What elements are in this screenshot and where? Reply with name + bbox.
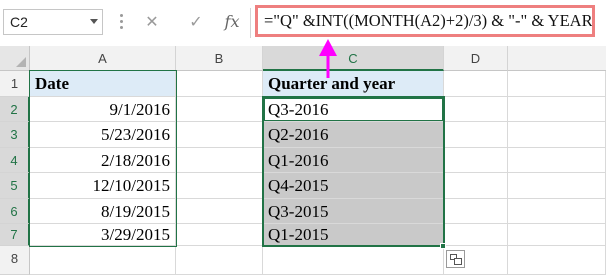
cell-c8[interactable] [263,246,444,275]
cell-d1[interactable] [444,71,508,97]
cell-b1[interactable] [176,71,263,97]
column-header-a[interactable]: A [30,46,176,71]
quick-analysis-icon-front [454,258,462,265]
formula-input[interactable]: ="Q" &INT((MONTH(A2)+2)/3) & "-" & YEAR(… [255,5,595,37]
cell-a2[interactable]: 9/1/2016 [30,97,176,122]
cell-c5[interactable]: Q4-2015 [263,173,444,199]
cell-d6[interactable] [444,199,508,224]
cell-a4[interactable]: 2/18/2016 [30,148,176,173]
enter-icon[interactable]: ✓ [182,10,210,34]
row-header-2[interactable]: 2 [0,97,30,122]
row-header-5[interactable]: 5 [0,173,30,199]
cell-e5[interactable] [508,173,606,199]
cell-e7[interactable] [508,224,606,246]
column-header-d[interactable]: D [444,46,508,71]
cell-b3[interactable] [176,122,263,148]
select-all-icon [16,57,26,67]
row-header-3[interactable]: 3 [0,122,30,148]
cell-c6[interactable]: Q3-2015 [263,199,444,224]
cell-d7[interactable] [444,224,508,246]
name-box[interactable]: C2 [3,9,103,35]
cell-d5[interactable] [444,173,508,199]
cell-a7[interactable]: 3/29/2015 [30,224,176,246]
cell-e4[interactable] [508,148,606,173]
cell-b7[interactable] [176,224,263,246]
row-header-6[interactable]: 6 [0,199,30,224]
cell-a1[interactable]: Date [30,71,176,97]
divider [250,8,251,38]
cell-e6[interactable] [508,199,606,224]
cell-c2[interactable]: Q3-2016 [263,97,444,122]
drag-handle-icon[interactable] [120,14,124,32]
row-header-7[interactable]: 7 [0,224,30,246]
column-header-b[interactable]: B [176,46,263,71]
cell-d2[interactable] [444,97,508,122]
insert-function-button[interactable]: fx [218,10,246,34]
column-header-c[interactable]: C [263,46,444,71]
select-all-button[interactable] [0,46,30,71]
cell-a3[interactable]: 5/23/2016 [30,122,176,148]
cell-b4[interactable] [176,148,263,173]
row-header-4[interactable]: 4 [0,148,30,173]
row-header-1[interactable]: 1 [0,71,30,97]
cell-c3[interactable]: Q2-2016 [263,122,444,148]
spreadsheet-grid: A B C D 1 2 3 4 5 6 7 8 Date Quarter and… [0,46,606,275]
cell-d4[interactable] [444,148,508,173]
cell-c1[interactable]: Quarter and year [263,71,444,97]
cell-e3[interactable] [508,122,606,148]
cell-c7[interactable]: Q1-2015 [263,224,444,246]
cell-c4[interactable]: Q1-2016 [263,148,444,173]
cell-b5[interactable] [176,173,263,199]
cell-a5[interactable]: 12/10/2015 [30,173,176,199]
cell-b2[interactable] [176,97,263,122]
fill-handle[interactable] [440,243,446,249]
chevron-down-icon[interactable] [90,19,98,24]
cell-b8[interactable] [176,246,263,275]
quick-analysis-button[interactable] [446,250,465,268]
cell-e1[interactable] [508,71,606,97]
cell-a6[interactable]: 8/19/2015 [30,199,176,224]
cell-a8[interactable] [30,246,176,275]
row-header-8[interactable]: 8 [0,246,30,275]
cell-e8[interactable] [508,246,606,275]
cancel-icon[interactable]: ✕ [138,10,166,34]
cell-b6[interactable] [176,199,263,224]
cell-e2[interactable] [508,97,606,122]
column-header-e[interactable] [508,46,606,71]
cell-d3[interactable] [444,122,508,148]
